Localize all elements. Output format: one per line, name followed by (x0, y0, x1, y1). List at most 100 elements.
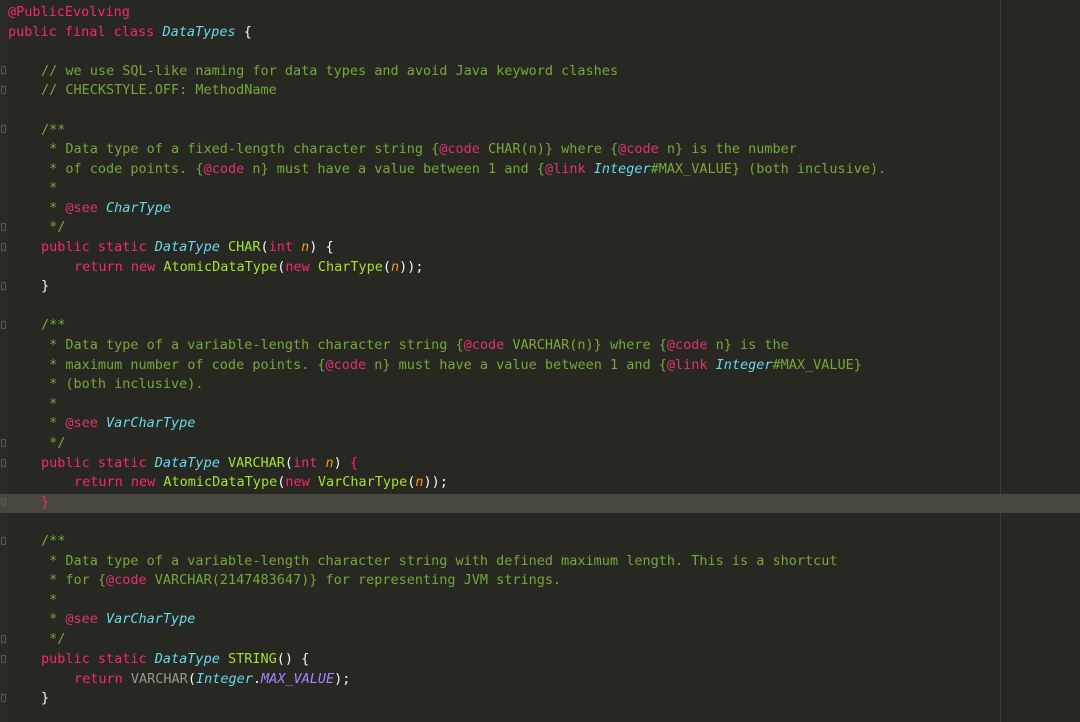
code-token: DataType (154, 455, 220, 471)
code-line[interactable]: * @see VarCharType (41, 414, 195, 433)
code-token: VarCharType (317, 474, 408, 490)
code-line[interactable]: * (41, 591, 57, 610)
code-line[interactable]: * Data type of a variable-length charact… (41, 552, 838, 571)
code-token: * (41, 180, 58, 196)
fold-marker-icon[interactable] (1, 635, 6, 643)
code-line[interactable]: public static DataType CHAR(int n) { (41, 238, 334, 257)
code-token: * (41, 200, 66, 216)
fold-marker-icon[interactable] (1, 282, 6, 290)
code-token: /** (41, 122, 66, 138)
code-token: CHAR(n)} where { (479, 141, 619, 157)
code-token: /** (41, 317, 66, 333)
code-token: * (41, 415, 66, 431)
code-line[interactable]: public static DataType STRING() { (41, 650, 309, 669)
code-line[interactable]: * Data type of a variable-length charact… (41, 336, 789, 355)
code-line[interactable]: return new AtomicDataType(new VarCharTyp… (74, 473, 448, 492)
code-line[interactable]: public static DataType VARCHAR(int n) { (41, 454, 358, 473)
editor-gutter (0, 0, 8, 722)
code-token: . (252, 671, 261, 687)
code-token: )); (399, 259, 424, 275)
code-token: @code (666, 337, 708, 353)
code-token: VARCHAR(2147483647)} for representing JV… (146, 572, 562, 588)
fold-marker-icon[interactable] (1, 243, 6, 251)
code-token: #MAX_VALUE} (both inclusive). (650, 161, 887, 177)
code-token: ( (187, 671, 196, 687)
fold-marker-icon[interactable] (1, 321, 6, 329)
fold-marker-icon[interactable] (1, 66, 6, 74)
code-line[interactable]: * maximum number of code points. {@code … (41, 356, 862, 375)
code-token: Integer (195, 671, 253, 687)
fold-marker-icon[interactable] (1, 498, 6, 506)
code-token: * (41, 611, 66, 627)
fold-marker-icon[interactable] (1, 694, 6, 702)
code-line[interactable]: * of code points. {@code n} must have a … (41, 160, 886, 179)
code-line[interactable]: return VARCHAR(Integer.MAX_VALUE); (74, 670, 350, 689)
code-line[interactable]: public final class DataTypes { (8, 23, 252, 42)
fold-marker-icon[interactable] (1, 537, 6, 545)
code-token: @PublicEvolving (8, 4, 130, 20)
code-token: return new (74, 474, 164, 490)
code-line[interactable]: */ (41, 630, 65, 649)
code-token: STRING (219, 651, 277, 667)
code-line[interactable]: * @see CharType (41, 199, 171, 218)
code-token: AtomicDataType (163, 259, 278, 275)
code-line[interactable]: * for {@code VARCHAR(2147483647)} for re… (41, 571, 561, 590)
code-token: * Data type of a variable-length charact… (41, 337, 464, 353)
code-token: * Data type of a variable-length charact… (41, 553, 838, 569)
code-token: #MAX_VALUE} (772, 357, 862, 373)
fold-marker-icon[interactable] (1, 86, 6, 94)
code-line[interactable]: @PublicEvolving (8, 3, 130, 22)
code-line[interactable]: * (41, 395, 57, 414)
code-line[interactable]: * (both inclusive). (41, 375, 204, 394)
code-token: n (415, 474, 424, 490)
code-line[interactable]: // CHECKSTYLE.OFF: MethodName (41, 81, 277, 100)
code-token: new (285, 259, 318, 275)
code-line[interactable]: } (41, 493, 49, 512)
code-token: ( (382, 259, 392, 275)
code-line[interactable]: /** (41, 121, 65, 140)
code-line[interactable]: // we use SQL-like naming for data types… (41, 62, 618, 81)
code-token: @code (325, 357, 367, 373)
code-editor[interactable]: @PublicEvolving public final class DataTy… (0, 0, 1080, 722)
code-line[interactable]: */ (41, 434, 65, 453)
code-token: public static (41, 239, 155, 255)
code-token: VarCharType (97, 611, 196, 627)
code-token: @code (463, 337, 505, 353)
code-token: n (391, 259, 400, 275)
code-token: * (41, 396, 58, 412)
code-token: AtomicDataType (163, 474, 278, 490)
code-token: ( (284, 455, 293, 471)
code-token: @see (65, 415, 98, 431)
code-token: } (41, 494, 50, 510)
right-margin-guide (1000, 0, 1001, 722)
code-token: n} must have a value between 1 and { (366, 357, 667, 373)
code-token: @link (666, 357, 708, 373)
code-line[interactable]: /** (41, 532, 65, 551)
fold-marker-icon[interactable] (1, 459, 6, 467)
code-token: } (41, 690, 50, 706)
code-line[interactable]: */ (41, 218, 65, 237)
code-token: } (41, 278, 50, 294)
code-token: int (293, 455, 318, 471)
fold-marker-icon[interactable] (1, 125, 6, 133)
code-line[interactable]: } (41, 277, 49, 296)
code-line[interactable]: * Data type of a fixed-length character … (41, 140, 797, 159)
fold-marker-icon[interactable] (1, 655, 6, 663)
code-token: @code (618, 141, 659, 157)
code-token: ) { (309, 239, 334, 255)
code-line[interactable]: /** (41, 316, 65, 335)
code-line[interactable]: * @see VarCharType (41, 610, 195, 629)
code-token: * maximum number of code points. { (41, 357, 326, 373)
code-token: { (235, 24, 252, 40)
fold-marker-icon[interactable] (1, 439, 6, 447)
code-token: DataTypes (162, 24, 236, 40)
code-token: )); (423, 474, 448, 490)
code-token: * (both inclusive). (41, 376, 204, 392)
code-line[interactable]: } (41, 689, 49, 708)
code-line[interactable]: return new AtomicDataType(new CharType(n… (74, 258, 424, 277)
code-line[interactable]: * (41, 179, 57, 198)
code-token: VARCHAR(n)} where { (504, 337, 667, 353)
fold-marker-icon[interactable] (1, 223, 6, 231)
code-token: { (349, 455, 359, 471)
code-token: n (293, 239, 310, 255)
